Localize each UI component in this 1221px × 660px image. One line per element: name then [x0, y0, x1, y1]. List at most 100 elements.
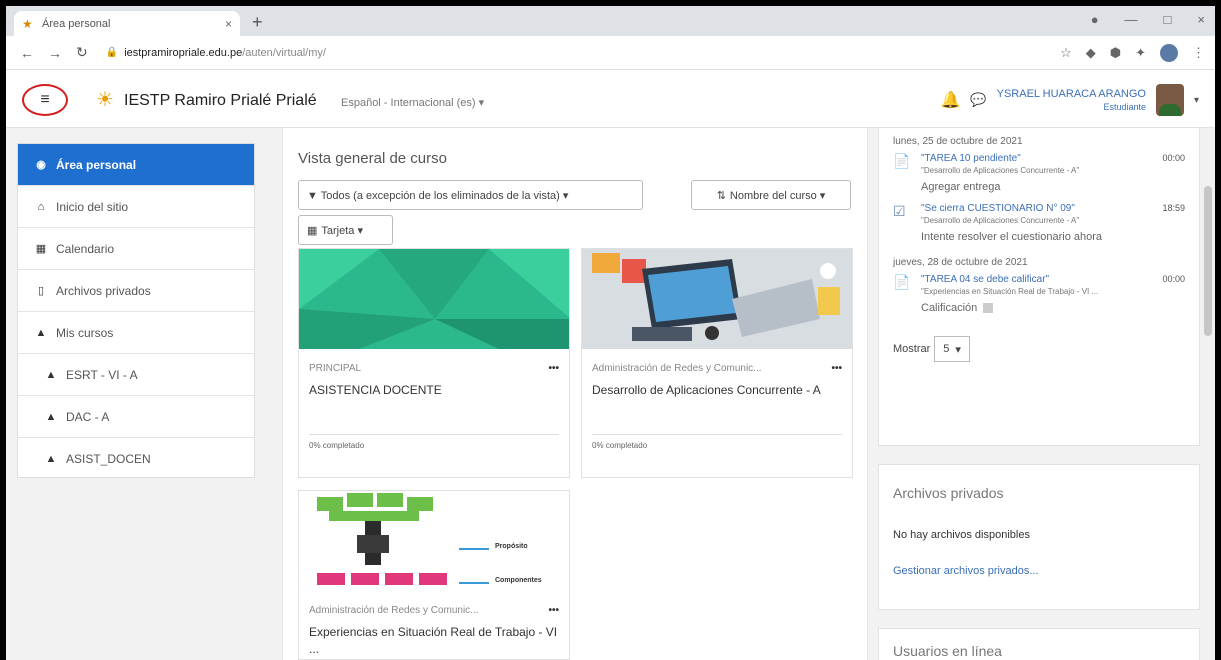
- new-tab-icon[interactable]: +: [252, 12, 263, 33]
- window-controls: ● — □ ×: [1091, 12, 1205, 27]
- hamburger-menu-button[interactable]: ≡: [22, 84, 68, 116]
- course-card[interactable]: PRINCIPAL ••• ASISTENCIA DOCENTE 0% comp…: [298, 248, 570, 478]
- minimize-icon[interactable]: —: [1125, 12, 1138, 27]
- nav-drawer: ◉ Área personal ⌂ Inicio del sitio ▦ Cal…: [17, 143, 255, 478]
- course-category: Administración de Redes y Comunic... •••: [592, 363, 842, 374]
- course-image[interactable]: [582, 249, 852, 349]
- graduation-cap-icon: ▲: [45, 410, 57, 423]
- right-column: lunes, 25 de octubre de 2021 📄 "TAREA 10…: [878, 128, 1200, 660]
- more-options-icon[interactable]: •••: [548, 605, 559, 616]
- sidebar-item-dac[interactable]: ▲ DAC - A: [18, 396, 254, 438]
- messages-icon[interactable]: 💬: [970, 92, 986, 108]
- view-label: Tarjeta ▾: [321, 224, 363, 237]
- show-count-select[interactable]: 5 ▾: [934, 336, 970, 362]
- forward-icon[interactable]: →: [48, 45, 62, 61]
- course-card[interactable]: Propósito Componentes Administración de …: [298, 490, 570, 660]
- account-icon[interactable]: ●: [1091, 12, 1099, 27]
- timeline-date: jueves, 28 de octubre de 2021: [893, 257, 1028, 268]
- calendar-icon: ▦: [35, 243, 47, 255]
- close-window-icon[interactable]: ×: [1197, 12, 1205, 27]
- sidebar-item-label: Archivos privados: [56, 283, 151, 298]
- page-scrollbar[interactable]: [1201, 128, 1215, 660]
- site-logo-icon[interactable]: ☀: [92, 84, 118, 114]
- site-favicon-icon: ★: [22, 16, 33, 31]
- event-title[interactable]: "TAREA 10 pendiente": [921, 153, 1199, 164]
- block-title: Vista general de curso: [298, 150, 447, 167]
- sidebar-item-asist-docen[interactable]: ▲ ASIST_DOCEN: [18, 438, 254, 480]
- url-path: /auten/virtual/my/: [242, 46, 326, 59]
- event-title[interactable]: "TAREA 04 se debe calificar": [921, 274, 1199, 285]
- sidebar-item-archivos[interactable]: ▯ Archivos privados: [18, 270, 254, 312]
- back-icon[interactable]: ←: [20, 45, 34, 61]
- course-card[interactable]: Administración de Redes y Comunic... •••…: [581, 248, 853, 478]
- timeline-event: 📄 "TAREA 04 se debe calificar" 00:00 "Ex…: [893, 274, 1199, 314]
- shield-icon[interactable]: ⬢: [1110, 45, 1121, 61]
- course-image[interactable]: [299, 249, 569, 349]
- graduation-cap-icon: ▲: [35, 326, 47, 339]
- url-field[interactable]: 🔒 iestpramiropriale.edu.pe /auten/virtua…: [106, 47, 326, 59]
- empty-files-text: No hay archivos disponibles: [893, 529, 1030, 541]
- scrollbar-thumb[interactable]: [1204, 186, 1212, 336]
- event-course: "Desarrollo de Aplicaciones Concurrente …: [921, 166, 1080, 175]
- sidebar-item-calendario[interactable]: ▦ Calendario: [18, 228, 254, 270]
- manage-files-link[interactable]: Gestionar archivos privados...: [893, 565, 1199, 577]
- language-selector[interactable]: Español - Internacional (es) ▾: [341, 96, 484, 109]
- timeline-block: lunes, 25 de octubre de 2021 📄 "TAREA 10…: [878, 128, 1200, 446]
- avatar[interactable]: [1155, 84, 1184, 116]
- extension-icon[interactable]: ◆: [1086, 45, 1096, 61]
- puzzle-icon[interactable]: ✦: [1135, 45, 1146, 61]
- sidebar-item-inicio[interactable]: ⌂ Inicio del sitio: [18, 186, 254, 228]
- sidebar-item-label: ASIST_DOCEN: [66, 452, 151, 466]
- event-course: "Experiencias en Situación Real de Traba…: [921, 287, 1099, 296]
- block-title: Archivos privados: [893, 485, 1004, 501]
- course-category: Administración de Redes y Comunic... •••: [309, 605, 559, 616]
- block-title: Usuarios en línea: [893, 643, 1002, 659]
- user-info[interactable]: YSRAEL HUARACA ARANGO Estudiante: [997, 88, 1146, 112]
- course-image[interactable]: Propósito Componentes: [299, 491, 569, 591]
- url-host: iestpramiropriale.edu.pe: [124, 46, 243, 59]
- filter-dropdown[interactable]: ▼ Todos (a excepción de los eliminados d…: [298, 180, 643, 210]
- event-action-link[interactable]: Calificación: [921, 302, 1199, 314]
- browser-tab[interactable]: ★ Área personal ×: [14, 11, 240, 36]
- event-action-link[interactable]: Agregar entrega: [921, 181, 1199, 193]
- course-name[interactable]: Experiencias en Situación Real de Trabaj…: [309, 624, 559, 660]
- view-dropdown[interactable]: ▦ Tarjeta ▾: [298, 215, 393, 245]
- category-label: PRINCIPAL: [309, 363, 362, 374]
- lock-icon: 🔒: [105, 47, 119, 58]
- show-label: Mostrar: [893, 343, 931, 355]
- sort-icon: ⇅: [716, 189, 726, 202]
- site-name[interactable]: IESTP Ramiro Prialé Prialé: [124, 92, 317, 110]
- chevron-down-icon[interactable]: ▾: [1194, 95, 1199, 106]
- graduation-cap-icon: ▲: [45, 453, 57, 465]
- event-course: "Desarrollo de Aplicaciones Concurrente …: [921, 216, 1080, 225]
- more-options-icon[interactable]: •••: [831, 363, 842, 374]
- home-icon: ⌂: [37, 200, 45, 213]
- profile-icon[interactable]: [1160, 43, 1178, 62]
- menu-icon[interactable]: ⋮: [1192, 45, 1205, 61]
- online-users-block: Usuarios en línea: [878, 628, 1200, 660]
- more-options-icon[interactable]: •••: [548, 363, 559, 374]
- notification-bell-icon[interactable]: 🔔: [941, 90, 961, 110]
- sidebar-item-label: Mis cursos: [56, 325, 114, 340]
- sidebar-item-mis-cursos[interactable]: ▲ Mis cursos: [18, 312, 254, 354]
- hamburger-icon: ≡: [40, 91, 50, 108]
- sidebar-item-esrt[interactable]: ▲ ESRT - VI - A: [18, 354, 254, 396]
- star-icon[interactable]: ☆: [1060, 45, 1072, 61]
- laptop-desk-image: [582, 249, 852, 349]
- course-name[interactable]: ASISTENCIA DOCENTE: [309, 382, 559, 434]
- sort-dropdown[interactable]: ⇅ Nombre del curso ▾: [691, 180, 851, 210]
- course-name[interactable]: Desarrollo de Aplicaciones Concurrente -…: [592, 382, 842, 434]
- pattern-image: [299, 249, 569, 349]
- browser-toolbar: ☆ ◆ ⬢ ✦ ⋮: [1060, 43, 1205, 62]
- user-name: YSRAEL HUARACA ARANGO: [996, 88, 1146, 100]
- maximize-icon[interactable]: □: [1164, 12, 1172, 27]
- event-action-link[interactable]: Intente resolver el cuestionario ahora: [921, 231, 1199, 243]
- reload-icon[interactable]: ↻: [76, 44, 88, 61]
- sidebar-item-area-personal[interactable]: ◉ Área personal: [18, 144, 254, 186]
- event-title[interactable]: "Se cierra CUESTIONARIO N° 09": [921, 203, 1199, 214]
- grade-label: Calificación: [921, 302, 978, 314]
- quiz-icon: ☑: [893, 203, 906, 219]
- user-role: Estudiante: [1103, 102, 1146, 112]
- close-tab-icon[interactable]: ×: [225, 17, 232, 31]
- timeline-event: 📄 "TAREA 10 pendiente" 00:00 "Desarrollo…: [893, 153, 1199, 193]
